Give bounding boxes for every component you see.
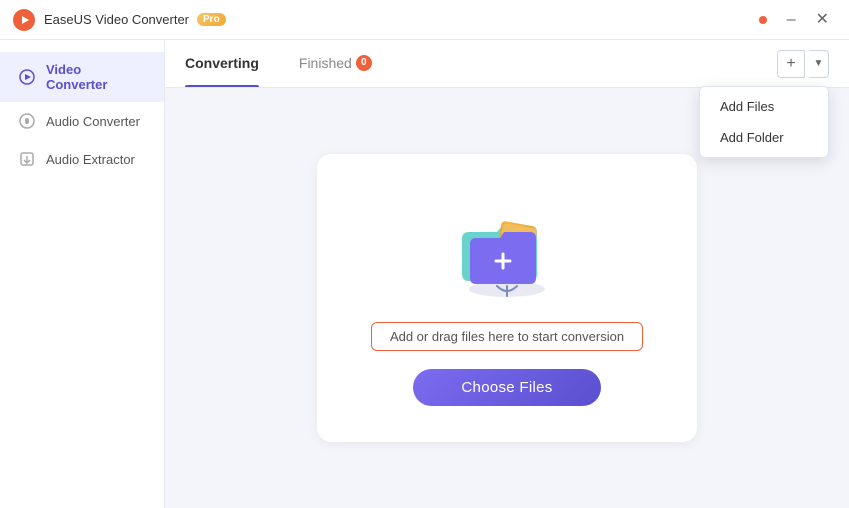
add-files-option[interactable]: Add Files [700, 91, 828, 122]
minimize-button[interactable]: – [779, 8, 804, 32]
tab-converting[interactable]: Converting [185, 40, 259, 87]
folder-illustration [442, 194, 572, 304]
choose-files-button[interactable]: Choose Files [413, 369, 600, 406]
tab-bar: Converting Finished 0 + ▼ Add Files Add … [165, 40, 849, 88]
sidebar-item-video-converter[interactable]: Video Converter [0, 52, 164, 102]
drag-text: Add or drag files here to start conversi… [390, 329, 624, 344]
titlebar-controls: – ✕ [759, 8, 837, 32]
tab-converting-label: Converting [185, 55, 259, 71]
sidebar: Video Converter Audio Converter Audio Ex… [0, 40, 165, 508]
sidebar-item-audio-extractor[interactable]: Audio Extractor [0, 140, 164, 178]
extractor-icon [18, 150, 36, 168]
finished-badge: 0 [356, 55, 372, 71]
sidebar-label-video: Video Converter [46, 62, 146, 92]
content-area: Converting Finished 0 + ▼ Add Files Add … [165, 40, 849, 508]
tab-finished[interactable]: Finished 0 [299, 40, 372, 87]
pro-badge: Pro [197, 13, 226, 26]
audio-icon [18, 112, 36, 130]
sidebar-label-extractor: Audio Extractor [46, 152, 135, 167]
titlebar-left: EaseUS Video Converter Pro [12, 8, 226, 32]
drag-text-box: Add or drag files here to start conversi… [371, 322, 643, 351]
dropdown-menu: Add Files Add Folder [699, 86, 829, 158]
main-layout: Video Converter Audio Converter Audio Ex… [0, 40, 849, 508]
sidebar-item-audio-converter[interactable]: Audio Converter [0, 102, 164, 140]
app-logo-icon [12, 8, 36, 32]
close-button[interactable]: ✕ [808, 8, 837, 32]
app-title: EaseUS Video Converter [44, 12, 189, 27]
titlebar: EaseUS Video Converter Pro – ✕ [0, 0, 849, 40]
video-icon [18, 68, 36, 86]
notification-dot [759, 16, 767, 24]
tab-finished-label: Finished [299, 55, 352, 71]
add-folder-option[interactable]: Add Folder [700, 122, 828, 153]
dropdown-button[interactable]: ▼ [809, 50, 829, 78]
tab-actions: + ▼ Add Files Add Folder [777, 50, 829, 78]
drop-zone: Add or drag files here to start conversi… [317, 154, 697, 442]
tabs: Converting Finished 0 [185, 40, 372, 87]
add-button[interactable]: + [777, 50, 805, 78]
sidebar-label-audio: Audio Converter [46, 114, 140, 129]
